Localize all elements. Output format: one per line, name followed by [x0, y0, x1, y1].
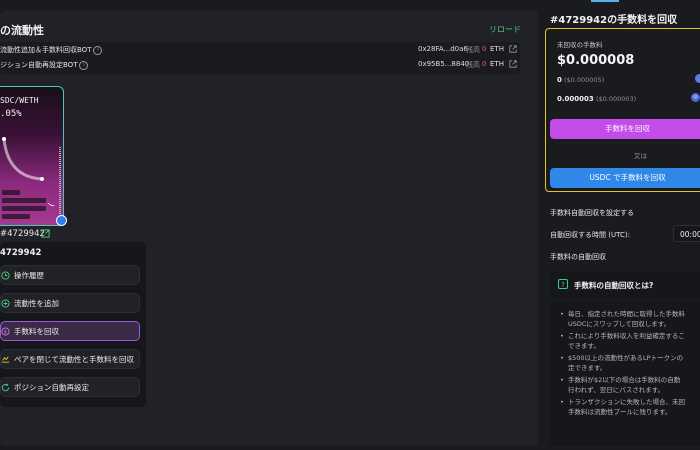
faq-list: 毎日、指定された時間に取得した手数料 USDCにスワップして回収します。 これに… — [558, 309, 700, 417]
token0-icon — [695, 74, 700, 83]
faq-line: 手数料が$2以下の場合は手数料の自動 — [558, 375, 700, 385]
uncollected-fee-label: 未回収の手数料 — [557, 41, 603, 49]
uncollected-fee-value: $0.000008 — [557, 53, 635, 68]
faq-line: 定できます。 — [568, 364, 607, 372]
faq-line: 手数料は流動性プールに残ります。 — [568, 408, 672, 416]
menu-item-label: ポジション自動再設定 — [14, 383, 89, 392]
nft-curve-graphic — [2, 137, 61, 219]
menu-item-close-pair[interactable]: ペアを閉じて流動性と手数料を回収 — [0, 349, 140, 369]
auto-collect-time-input[interactable]: 00:00 — [673, 225, 700, 242]
question-icon: ? — [558, 279, 568, 289]
auto-reset-icon — [1, 383, 10, 392]
or-divider: 又は — [634, 152, 647, 160]
faq-line: $500以上の流動性があるLPトークンの — [558, 353, 700, 363]
bot-name: 流動性追加＆手数料回収BOT i — [0, 45, 103, 55]
auto-collect-heading: 手数料の自動回収 — [550, 253, 606, 261]
menu-item-label: 操作履歴 — [14, 271, 44, 280]
faq-line: 行われず、翌日にパスされます。 — [568, 386, 665, 394]
bot-row: ジション自動再設定BOT i 0x95B5...8840 残高 0 ETH — [0, 57, 520, 74]
auto-collect-time-label: 自動回収する時間 (UTC): — [550, 231, 630, 239]
external-link-icon[interactable] — [509, 45, 517, 53]
collect-fee-button[interactable]: 手数料を回収 — [550, 119, 700, 139]
collect-in-usdc-button[interactable]: USDC で手数料を回収 — [550, 168, 700, 188]
token1-amount: 0.000003 — [557, 95, 594, 103]
balance-unit: ETH — [490, 45, 504, 53]
token0-usd: ($0.000005) — [564, 76, 605, 84]
auto-collect-section-title: 手数料自動回収を設定する — [550, 209, 634, 217]
info-icon[interactable]: i — [93, 45, 103, 55]
token1-icon: ◎ — [691, 93, 700, 102]
balance-label: 残高 — [466, 61, 480, 69]
bot-name: ジション自動再設定BOT i — [0, 60, 89, 70]
faq-line: できます。 — [568, 342, 600, 350]
token0-amount: 0 — [557, 76, 562, 84]
collect-fee-icon: $ — [1, 327, 10, 336]
history-icon — [1, 271, 10, 280]
info-icon[interactable]: i — [79, 60, 89, 70]
faq-line: トランザクションに失敗した場合、未回 — [558, 397, 700, 407]
menu-item-auto-reset[interactable]: ポジション自動再設定 — [0, 377, 140, 397]
faq-line: 毎日、指定された時間に取得した手数料 — [558, 309, 700, 319]
svg-text:$: $ — [4, 330, 7, 336]
bot-address: 0x95B5...8840 — [418, 60, 470, 68]
balance-value: 0 — [482, 45, 487, 53]
faq-title: 手数料の自動回収とは? — [574, 281, 654, 290]
active-tab-indicator — [591, 0, 619, 2]
page-title: の流動性 — [0, 24, 44, 37]
menu-item-history[interactable]: 操作履歴 — [0, 265, 140, 285]
nft-pair-label: SDC/WETH — [0, 96, 39, 105]
menu-item-label: 手数料を回収 — [14, 327, 59, 336]
nft-fee-tier: .05% — [0, 109, 22, 119]
close-pair-icon — [1, 356, 10, 363]
menu-title: 4729942 — [0, 248, 42, 258]
bot-address: 0x28FA...d0a6 — [418, 45, 468, 53]
faq-line: USDCにスワップして回収します。 — [568, 320, 671, 328]
balance-label: 残高 — [466, 46, 480, 54]
position-nft-card[interactable] — [0, 86, 64, 226]
add-liquidity-icon — [1, 299, 10, 308]
external-link-icon[interactable] — [41, 229, 50, 238]
external-link-icon[interactable] — [509, 60, 517, 68]
token1-usd: ($0.000003) — [596, 95, 637, 103]
token-id: #4729942 — [0, 229, 45, 239]
balance-value: 0 — [482, 60, 487, 68]
menu-item-label: ペアを閉じて流動性と手数料を回収 — [14, 355, 134, 364]
reload-link[interactable]: リロード — [489, 24, 521, 35]
menu-item-add-liquidity[interactable]: 流動性を追加 — [0, 293, 140, 313]
menu-item-collect-fee[interactable]: $ 手数料を回収 — [0, 321, 140, 341]
balance-unit: ETH — [490, 60, 504, 68]
menu-item-label: 流動性を追加 — [14, 299, 59, 308]
network-badge-icon — [56, 215, 67, 226]
faq-line: これにより手数料収入を利益確定するこ — [558, 331, 700, 341]
fee-panel-title: #4729942の手数料を回収 — [550, 15, 678, 26]
